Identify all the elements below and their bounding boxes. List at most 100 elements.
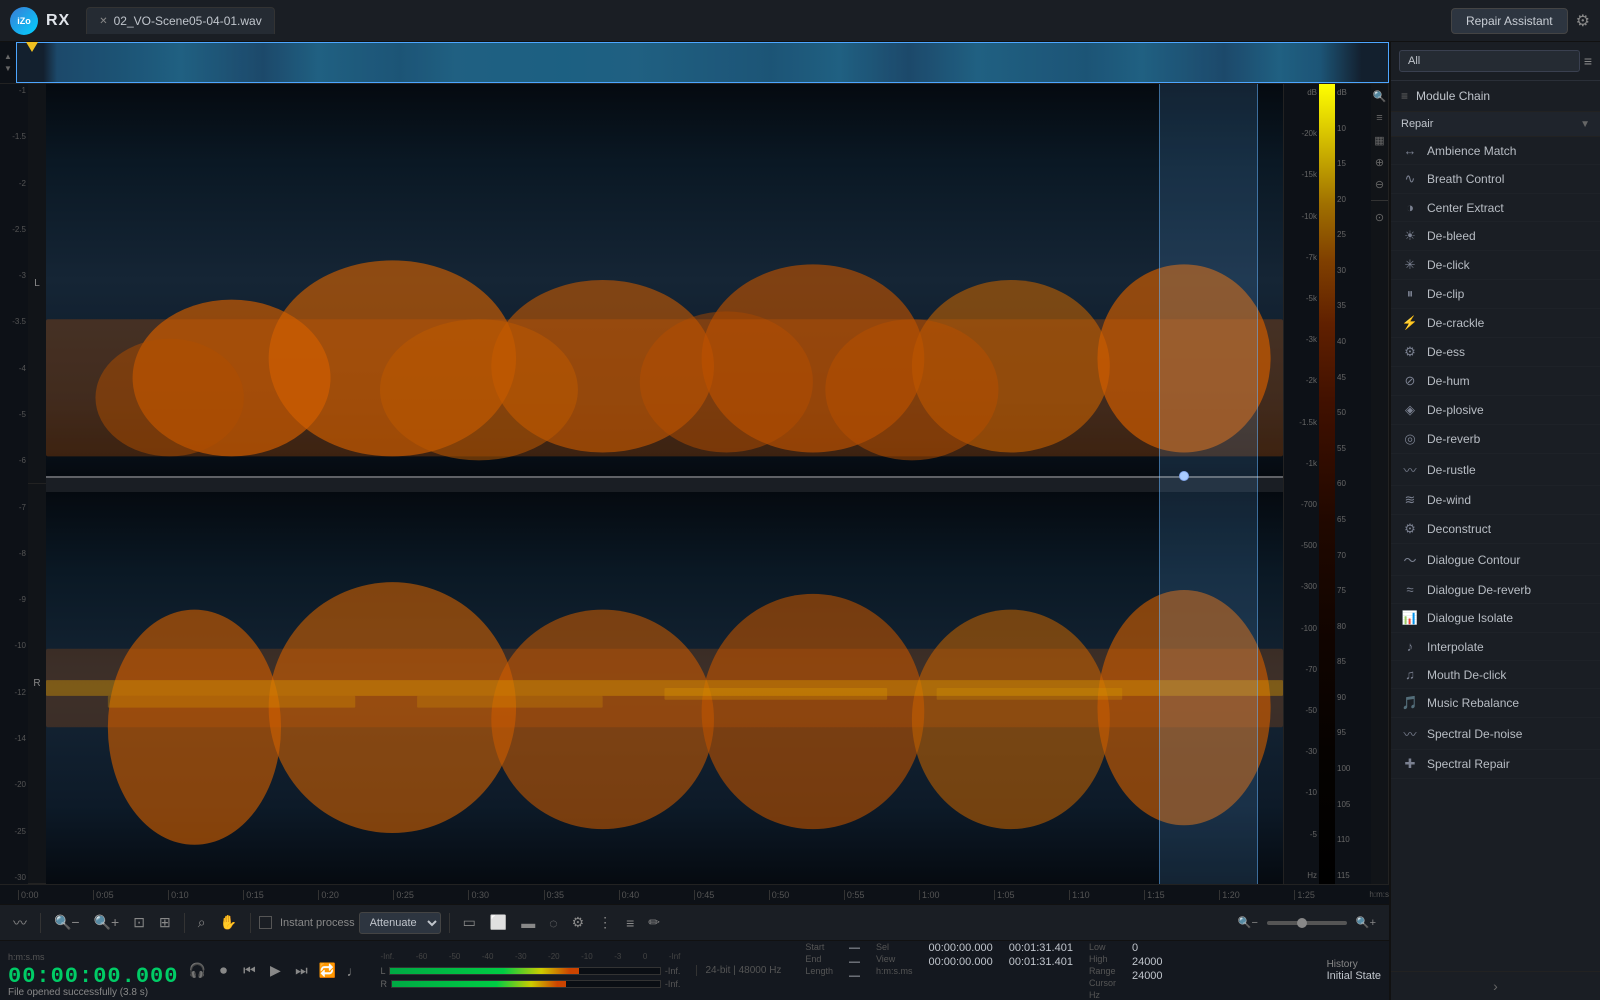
module-item-deconstruct[interactable]: ⚙ Deconstruct <box>1391 515 1600 544</box>
nav-up-icon[interactable]: ▲ <box>4 51 12 62</box>
zoom-in-icon[interactable]: 🔍 <box>1372 88 1388 104</box>
category-row[interactable]: Repair ▼ <box>1391 112 1600 137</box>
channel-L-label: L <box>28 84 46 484</box>
end-label: End <box>805 954 833 964</box>
zoom-in-h-btn[interactable]: 🔍+ <box>1351 913 1381 932</box>
module-item-spectral-repair[interactable]: ✚ Spectral Repair <box>1391 750 1600 779</box>
module-chain-row[interactable]: ≡ Module Chain <box>1391 81 1600 112</box>
select-rect-btn[interactable]: ▭ <box>458 911 481 934</box>
module-chain-label: Module Chain <box>1416 89 1490 103</box>
center-extract-icon: ◑ <box>1401 200 1419 215</box>
module-item-music-rebalance[interactable]: 🎵 Music Rebalance <box>1391 689 1600 718</box>
module-item-center-extract[interactable]: ◑ Center Extract <box>1391 194 1600 222</box>
meter-R-fill <box>392 981 566 987</box>
module-item-de-rustle[interactable]: 〰 De-rustle <box>1391 454 1600 486</box>
dbr-7: -3k <box>1286 335 1317 344</box>
bars-icon[interactable]: ▦ <box>1372 132 1388 148</box>
tools-sidebar-right: 🔍 ≡ ▦ ⊕ ⊖ ⊙ <box>1371 84 1389 884</box>
instant-process-checkbox[interactable] <box>259 916 272 929</box>
music-rebalance-icon: 🎵 <box>1401 695 1419 711</box>
de-bleed-icon: ☀ <box>1401 228 1419 244</box>
waveform-view-btn[interactable]: 〰 <box>8 910 32 936</box>
top-bar: iZo RX ✕ 02_VO-Scene05-04-01.wav Repair … <box>0 0 1600 42</box>
de-clip-label: De-clip <box>1427 287 1464 301</box>
playhead <box>26 42 38 52</box>
module-item-de-crackle[interactable]: ⚡ De-crackle <box>1391 309 1600 338</box>
module-item-breath-control[interactable]: ∿ Breath Control <box>1391 165 1600 194</box>
module-item-spectral-de-noise[interactable]: 〰 Spectral De-noise <box>1391 718 1600 750</box>
process-mode-dropdown[interactable]: Attenuate Replace <box>359 912 441 934</box>
zoom-fit-btn[interactable]: ⊡ <box>128 911 150 934</box>
headphones-btn[interactable]: 🎧 <box>186 960 208 982</box>
repair-assistant-button[interactable]: Repair Assistant <box>1451 8 1568 34</box>
module-item-de-ess[interactable]: ⚙ De-ess <box>1391 338 1600 367</box>
module-item-de-bleed[interactable]: ☀ De-bleed <box>1391 222 1600 251</box>
sep1 <box>40 913 41 933</box>
zoom-selection-btn[interactable]: ⊞ <box>154 911 176 934</box>
select-freq-btn[interactable]: ▬ <box>516 912 540 934</box>
cb-35: 35 <box>1337 301 1369 310</box>
zoom-out-h-btn[interactable]: 🔍− <box>1233 913 1263 932</box>
select-time-btn[interactable]: ⬜ <box>485 911 512 934</box>
app-logo: iZo <box>10 7 38 35</box>
nav-down-icon[interactable]: ▼ <box>4 63 12 74</box>
waveform-icon[interactable]: ≡ <box>1372 110 1388 126</box>
select-lasso-btn[interactable]: ◌ <box>544 912 562 934</box>
cursor-label: Cursor <box>1089 978 1116 988</box>
tab-close-icon[interactable]: ✕ <box>99 16 107 27</box>
metronome-btn[interactable]: ♩ <box>342 960 364 982</box>
length-label: Length <box>805 966 833 976</box>
selection-end-handle[interactable] <box>1179 471 1189 481</box>
module-item-ambience-match[interactable]: ↔ Ambience Match <box>1391 137 1600 165</box>
select-brush-btn[interactable]: ≡ <box>621 912 639 934</box>
select-harmonic-btn[interactable]: ⋮ <box>593 911 617 934</box>
record-btn[interactable]: ⏺ <box>212 960 234 982</box>
zoom-in-btn[interactable]: 🔍+ <box>89 911 125 934</box>
module-item-de-click[interactable]: ✳ De-click <box>1391 251 1600 280</box>
play-btn[interactable]: ▶ <box>264 960 286 982</box>
zoom-in-freq-icon[interactable]: ⊕ <box>1372 154 1388 170</box>
de-wind-label: De-wind <box>1427 493 1471 507</box>
settings-icon-button[interactable]: ⚙ <box>1576 11 1590 31</box>
module-item-de-reverb[interactable]: ◎ De-reverb <box>1391 425 1600 454</box>
select-magic-btn[interactable]: ⚙ <box>567 911 590 934</box>
de-ess-label: De-ess <box>1427 345 1465 359</box>
dbr-15: -70 <box>1286 665 1317 674</box>
view-col: Sel View h:m:s.ms <box>876 942 913 1000</box>
expand-panel-btn[interactable]: › <box>1493 978 1498 994</box>
module-item-dialogue-isolate[interactable]: 📊 Dialogue Isolate <box>1391 604 1600 633</box>
history-initial-state: Initial State <box>1327 970 1381 982</box>
magnify-btn[interactable]: ⌕ <box>193 911 211 934</box>
module-item-de-plosive[interactable]: ◈ De-plosive <box>1391 396 1600 425</box>
module-item-de-wind[interactable]: ≋ De-wind <box>1391 486 1600 515</box>
start-label: Start <box>805 942 833 952</box>
skip-back-btn[interactable]: ⏮ <box>238 960 260 982</box>
module-item-mouth-de-click[interactable]: ♫ Mouth De-click <box>1391 661 1600 689</box>
cb-100: 100 <box>1337 764 1369 773</box>
file-tab[interactable]: ✕ 02_VO-Scene05-04-01.wav <box>86 7 274 34</box>
info-panel: Start End Length — — — Sel View h:m:s.ms… <box>805 942 1162 1000</box>
panel-menu-btn[interactable]: ≡ <box>1584 53 1592 69</box>
sep4 <box>449 913 450 933</box>
skip-fwd-btn[interactable]: ⏭ <box>290 960 312 982</box>
loop-btn[interactable]: 🔁 <box>316 960 338 982</box>
radio-dot-icon[interactable]: ⊙ <box>1372 209 1388 225</box>
module-filter-dropdown[interactable]: All Repair Enhance Utility <box>1399 50 1580 72</box>
zoom-slider[interactable] <box>1267 921 1347 925</box>
db-scale-right: dB -20k -15k -10k -7k -5k -3k -2k -1.5k … <box>1283 84 1319 884</box>
spectrogram-main[interactable] <box>46 84 1283 884</box>
zoom-out-freq-icon[interactable]: ⊖ <box>1372 176 1388 192</box>
module-item-dialogue-de-reverb[interactable]: ≈ Dialogue De-reverb <box>1391 576 1600 604</box>
hand-btn[interactable]: ✋ <box>215 911 242 934</box>
time-20: 0:20 <box>318 890 393 900</box>
sel-start-val: 00:00:00.000 <box>928 942 992 954</box>
zoom-out-btn[interactable]: 🔍− <box>49 911 85 934</box>
module-item-de-clip[interactable]: ⏸ De-clip <box>1391 280 1600 309</box>
cb-65: 65 <box>1337 515 1369 524</box>
pencil-btn[interactable]: ✏ <box>643 911 665 934</box>
module-item-de-hum[interactable]: ⊘ De-hum <box>1391 367 1600 396</box>
module-item-interpolate[interactable]: ♪ Interpolate <box>1391 633 1600 661</box>
overview-canvas[interactable] <box>16 42 1389 83</box>
module-item-dialogue-contour[interactable]: 〜 Dialogue Contour <box>1391 544 1600 576</box>
cb-95: 95 <box>1337 728 1369 737</box>
